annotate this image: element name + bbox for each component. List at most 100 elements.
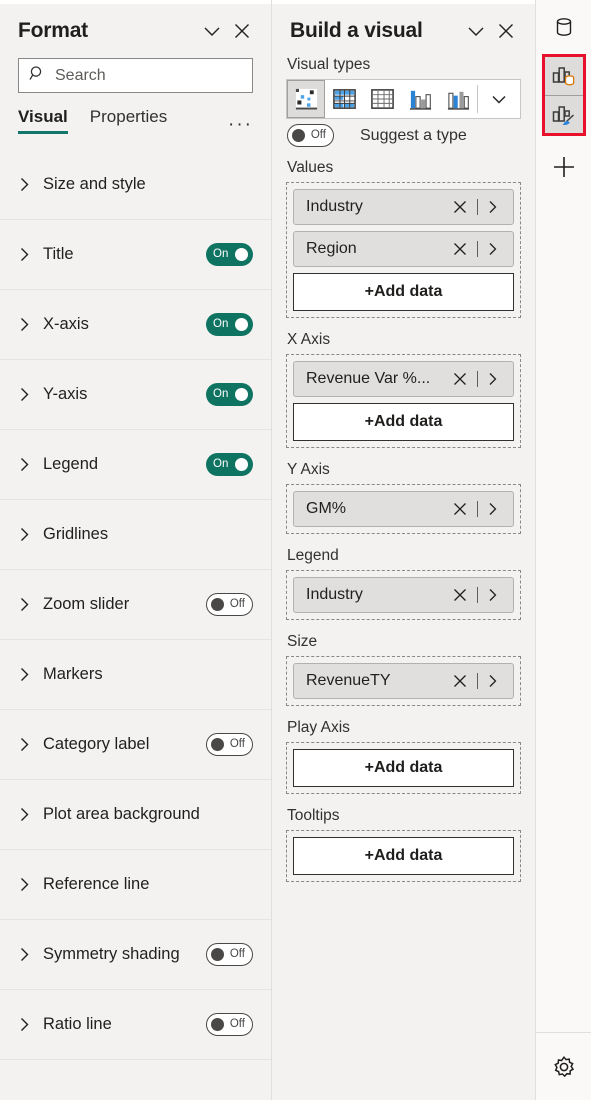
format-section-label: Symmetry shading xyxy=(43,945,180,963)
field-pill[interactable]: Industry xyxy=(293,577,514,613)
stacked-column-chart-icon[interactable] xyxy=(439,80,477,118)
close-icon[interactable] xyxy=(491,16,521,46)
scatter-chart-icon[interactable] xyxy=(287,80,325,118)
close-icon[interactable] xyxy=(227,16,257,46)
matrix-table-icon[interactable] xyxy=(325,80,363,118)
remove-field-icon[interactable] xyxy=(450,199,470,215)
build-visual-icon[interactable] xyxy=(544,57,583,95)
field-menu-chevron-icon[interactable] xyxy=(485,501,503,517)
format-panel-header: Format xyxy=(0,4,271,56)
add-data-button[interactable]: +Add data xyxy=(293,273,514,311)
chevron-right-icon xyxy=(21,598,29,611)
format-section-legend[interactable]: Legend On xyxy=(0,430,271,500)
pill-divider xyxy=(477,501,478,517)
remove-field-icon[interactable] xyxy=(450,673,470,689)
chevron-right-icon xyxy=(21,388,29,401)
field-pill[interactable]: Industry xyxy=(293,189,514,225)
chevron-down-icon[interactable] xyxy=(478,80,520,118)
format-section-symmetry-shading[interactable]: Symmetry shading Off xyxy=(0,920,271,990)
format-section-toggle[interactable]: On xyxy=(206,453,253,476)
format-section-toggle[interactable]: Off xyxy=(206,593,253,616)
tabs-overflow-icon[interactable]: ··· xyxy=(228,114,253,134)
suggest-a-type-row: Off Suggest a type xyxy=(287,124,521,147)
field-menu-chevron-icon[interactable] xyxy=(485,371,503,387)
field-well-x-axis[interactable]: Revenue Var %... +Add data xyxy=(286,354,521,448)
chevron-down-icon[interactable] xyxy=(197,16,227,46)
field-well-play-axis[interactable]: +Add data xyxy=(286,742,521,794)
field-well-y-axis[interactable]: GM% xyxy=(286,484,521,534)
pill-divider xyxy=(477,587,478,603)
toggle-knob xyxy=(211,1018,224,1031)
toggle-knob xyxy=(211,948,224,961)
field-pill[interactable]: GM% xyxy=(293,491,514,527)
format-section-plot-area-background[interactable]: Plot area background xyxy=(0,780,271,850)
format-section-size-and-style[interactable]: Size and style xyxy=(0,150,271,220)
table-icon[interactable] xyxy=(363,80,401,118)
format-section-toggle[interactable]: On xyxy=(206,243,253,266)
toggle-label: On xyxy=(213,457,229,470)
chevron-right-icon xyxy=(21,528,29,541)
toggle-label: Off xyxy=(229,947,245,960)
field-menu-chevron-icon[interactable] xyxy=(485,673,503,689)
format-section-gridlines[interactable]: Gridlines xyxy=(0,500,271,570)
format-section-y-axis[interactable]: Y-axis On xyxy=(0,360,271,430)
field-menu-chevron-icon[interactable] xyxy=(485,241,503,257)
remove-field-icon[interactable] xyxy=(450,501,470,517)
format-section-toggle[interactable]: Off xyxy=(206,943,253,966)
format-section-toggle[interactable]: On xyxy=(206,313,253,336)
add-icon[interactable] xyxy=(544,146,584,188)
chevron-right-icon xyxy=(21,1018,29,1031)
build-panel-title: Build a visual xyxy=(290,19,423,42)
search-icon xyxy=(29,65,46,87)
add-data-button[interactable]: +Add data xyxy=(293,749,514,787)
clustered-column-chart-icon[interactable] xyxy=(401,80,439,118)
well-label-values: Values xyxy=(287,159,334,176)
field-well-tooltips[interactable]: +Add data xyxy=(286,830,521,882)
add-data-button[interactable]: +Add data xyxy=(293,837,514,875)
format-section-title[interactable]: Title On xyxy=(0,220,271,290)
format-visual-icon[interactable] xyxy=(544,95,583,133)
format-section-toggle[interactable]: On xyxy=(206,383,253,406)
field-pill-label: GM% xyxy=(306,500,346,517)
remove-field-icon[interactable] xyxy=(450,371,470,387)
remove-field-icon[interactable] xyxy=(450,587,470,603)
search-box[interactable] xyxy=(18,58,253,93)
toggle-knob xyxy=(235,458,248,471)
data-model-icon[interactable] xyxy=(544,8,584,48)
field-menu-chevron-icon[interactable] xyxy=(485,199,503,215)
search-input[interactable] xyxy=(55,66,242,85)
format-section-label: Y-axis xyxy=(43,385,88,403)
format-section-toggle[interactable]: Off xyxy=(206,733,253,756)
settings-gear-icon[interactable] xyxy=(536,1032,591,1100)
well-label-play-axis: Play Axis xyxy=(287,719,350,736)
chevron-down-icon[interactable] xyxy=(461,16,491,46)
format-section-x-axis[interactable]: X-axis On xyxy=(0,290,271,360)
add-data-button[interactable]: +Add data xyxy=(293,403,514,441)
build-panel: Build a visual Visual types Off Suggest … xyxy=(272,0,536,1100)
field-well-legend[interactable]: Industry xyxy=(286,570,521,620)
field-well-values[interactable]: Industry Region +Add data xyxy=(286,182,521,318)
visual-types-label: Visual types xyxy=(287,56,371,73)
visual-types-gallery xyxy=(286,79,521,119)
field-pill[interactable]: Region xyxy=(293,231,514,267)
pill-divider xyxy=(477,371,478,387)
tab-visual[interactable]: Visual xyxy=(18,107,68,134)
format-section-reference-line[interactable]: Reference line xyxy=(0,850,271,920)
field-menu-chevron-icon[interactable] xyxy=(485,587,503,603)
format-section-label: Markers xyxy=(43,665,103,683)
field-pill[interactable]: Revenue Var %... xyxy=(293,361,514,397)
suggest-a-type-toggle[interactable]: Off xyxy=(287,124,334,147)
format-panel: Format Search Visual Properties ··· Size… xyxy=(0,0,272,1100)
format-section-markers[interactable]: Markers xyxy=(0,640,271,710)
field-well-size[interactable]: RevenueTY xyxy=(286,656,521,706)
format-section-category-label[interactable]: Category label Off xyxy=(0,710,271,780)
format-section-label: Category label xyxy=(43,735,150,753)
format-section-toggle[interactable]: Off xyxy=(206,1013,253,1036)
remove-field-icon[interactable] xyxy=(450,241,470,257)
build-panel-body: Visual types Off Suggest a type Values I… xyxy=(272,56,535,1100)
format-section-ratio-line[interactable]: Ratio line Off xyxy=(0,990,271,1060)
format-section-label: Gridlines xyxy=(43,525,109,543)
tab-properties[interactable]: Properties xyxy=(90,107,167,134)
format-section-zoom-slider[interactable]: Zoom slider Off xyxy=(0,570,271,640)
field-pill[interactable]: RevenueTY xyxy=(293,663,514,699)
